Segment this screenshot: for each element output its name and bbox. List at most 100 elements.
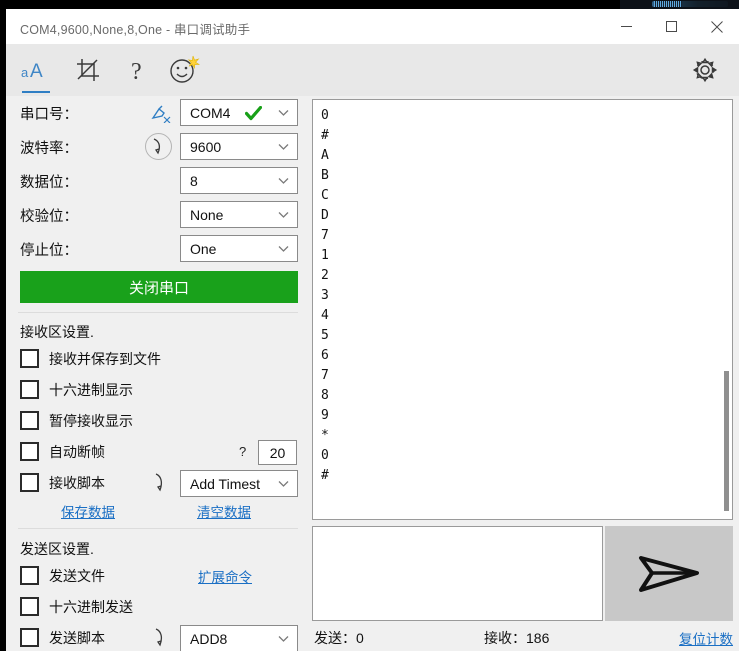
send-script-value: ADD8 <box>190 630 228 647</box>
refresh-ports-icon[interactable] <box>150 103 172 124</box>
chevron-down-icon <box>278 635 289 642</box>
checkbox-row-hex-send: 十六进制发送 <box>6 593 305 623</box>
baud-script-icon[interactable] <box>145 133 172 160</box>
send-settings-title: 发送区设置. <box>20 541 94 557</box>
extend-command-link[interactable]: 扩展命令 <box>198 566 252 586</box>
maximize-button[interactable] <box>649 9 694 44</box>
checkbox-hex-send[interactable] <box>20 597 39 616</box>
checkbox-label-receive-script: 接收脚本 <box>49 475 105 491</box>
checkbox-row-send-script: 发送脚本 ADD8 <box>6 624 305 651</box>
checkbox-row-receive-script: 接收脚本 Add Timest <box>6 469 305 499</box>
port-select[interactable]: COM4 <box>180 99 298 126</box>
checkbox-row-save-to-file: 接收并保存到文件 <box>6 345 305 375</box>
send-textarea-wrapper <box>312 526 603 621</box>
save-data-link[interactable]: 保存数据 <box>61 501 115 521</box>
send-input[interactable] <box>313 527 602 620</box>
checkbox-label-save-to-file: 接收并保存到文件 <box>49 351 161 367</box>
settings-panel: 串口号： COM4 波特率： 9600 数据位： 8 校验位： None 停止位… <box>6 96 305 651</box>
chevron-down-icon <box>278 245 289 252</box>
status-sent: 发送：0 <box>314 630 364 646</box>
screen: COM4,9600,None,8,One - 串口调试助手 a A ? 串口号：… <box>0 0 739 651</box>
checkbox-send-script[interactable] <box>20 628 39 647</box>
checkbox-label-hex-display: 十六进制显示 <box>49 382 133 398</box>
parity-select[interactable]: None <box>180 201 298 228</box>
main-body: 串口号： COM4 波特率： 9600 数据位： 8 校验位： None 停止位… <box>6 96 739 651</box>
stopbits-select[interactable]: One <box>180 235 298 262</box>
receive-script-select[interactable]: Add Timest <box>180 470 298 497</box>
receive-settings-title: 接收区设置. <box>20 324 94 340</box>
receive-script-value: Add Timest <box>190 475 261 492</box>
checkbox-label-auto-frame: 自动断帧 <box>49 444 105 460</box>
divider-receive <box>18 312 298 313</box>
clear-data-link[interactable]: 清空数据 <box>197 501 251 521</box>
checkbox-row-hex-display: 十六进制显示 <box>6 376 305 406</box>
chevron-down-icon <box>278 109 289 116</box>
parity-value: None <box>190 206 224 223</box>
send-button[interactable] <box>605 526 733 621</box>
label-parity: 校验位： <box>20 209 78 225</box>
minimize-button[interactable] <box>604 9 649 44</box>
paper-plane-icon <box>635 546 703 601</box>
baud-value: 9600 <box>190 138 222 155</box>
databits-value: 8 <box>190 172 198 189</box>
field-row-parity: 校验位： None <box>6 198 305 232</box>
baud-select[interactable]: 9600 <box>180 133 298 160</box>
checkbox-auto-frame[interactable] <box>20 442 39 461</box>
crop-icon[interactable] <box>62 44 114 96</box>
chevron-down-icon <box>278 177 289 184</box>
close-button[interactable] <box>694 9 739 44</box>
receive-textarea[interactable]: 0 # A B C D 7 1 2 3 4 5 6 7 8 9 * 0 # <box>312 99 733 520</box>
field-row-stopbits: 停止位： One <box>6 232 305 266</box>
auto-frame-help-icon[interactable]: ? <box>239 444 246 459</box>
taskbar-remnant <box>620 0 739 9</box>
label-port: 串口号： <box>20 107 78 123</box>
field-row-databits: 数据位： 8 <box>6 164 305 198</box>
divider-send <box>18 528 298 529</box>
chevron-down-icon <box>278 143 289 150</box>
receive-scrollbar[interactable] <box>722 101 730 518</box>
checkbox-row-auto-frame: 自动断帧 ? 20 <box>6 438 305 468</box>
receive-scrollbar-thumb[interactable] <box>724 371 729 511</box>
port-value: COM4 <box>190 104 231 121</box>
toolbar: a A ? <box>6 44 739 96</box>
svg-text:a: a <box>21 65 29 80</box>
font-size-icon[interactable]: a A <box>10 44 62 96</box>
label-databits: 数据位： <box>20 175 78 191</box>
taskbar-hatch <box>654 1 682 7</box>
port-ok-check-icon <box>244 105 263 126</box>
checkbox-row-send-file: 发送文件 扩展命令 <box>6 562 305 592</box>
checkbox-save-to-file[interactable] <box>20 349 39 368</box>
status-received: 接收：186 <box>484 630 550 646</box>
help-icon[interactable]: ? <box>112 44 164 96</box>
receive-content: 0 # A B C D 7 1 2 3 4 5 6 7 8 9 * 0 # <box>321 108 329 483</box>
checkbox-pause-display[interactable] <box>20 411 39 430</box>
svg-text:?: ? <box>131 59 142 83</box>
data-panel: 0 # A B C D 7 1 2 3 4 5 6 7 8 9 * 0 # 发送… <box>305 96 739 651</box>
checkbox-hex-display[interactable] <box>20 380 39 399</box>
title-bar: COM4,9600,None,8,One - 串口调试助手 <box>6 9 739 44</box>
chevron-down-icon <box>278 480 289 487</box>
field-row-port: 串口号： COM4 <box>6 96 305 130</box>
databits-select[interactable]: 8 <box>180 167 298 194</box>
send-script-icon[interactable] <box>151 627 171 649</box>
reset-count-link[interactable]: 复位计数 <box>679 628 733 648</box>
auto-frame-timeout-input[interactable]: 20 <box>258 440 297 465</box>
app-window: COM4,9600,None,8,One - 串口调试助手 a A ? 串口号：… <box>6 9 739 651</box>
gear-icon[interactable] <box>679 44 731 96</box>
send-script-select[interactable]: ADD8 <box>180 625 298 651</box>
font-size-active-underline <box>22 91 50 93</box>
emoji-icon[interactable] <box>158 44 210 96</box>
window-title: COM4,9600,None,8,One - 串口调试助手 <box>20 23 251 37</box>
status-bar: 发送：0 接收：186 复位计数 <box>305 624 739 651</box>
label-baud: 波特率： <box>20 141 78 157</box>
checkbox-label-hex-send: 十六进制发送 <box>49 599 133 615</box>
checkbox-row-pause-display: 暂停接收显示 <box>6 407 305 437</box>
checkbox-label-send-script: 发送脚本 <box>49 630 105 646</box>
field-row-baud: 波特率： 9600 <box>6 130 305 164</box>
chevron-down-icon <box>278 211 289 218</box>
toggle-port-button[interactable]: 关闭串口 <box>20 271 298 303</box>
receive-script-icon[interactable] <box>151 472 171 494</box>
checkbox-receive-script[interactable] <box>20 473 39 492</box>
checkbox-send-file[interactable] <box>20 566 39 585</box>
label-stopbits: 停止位： <box>20 243 78 259</box>
